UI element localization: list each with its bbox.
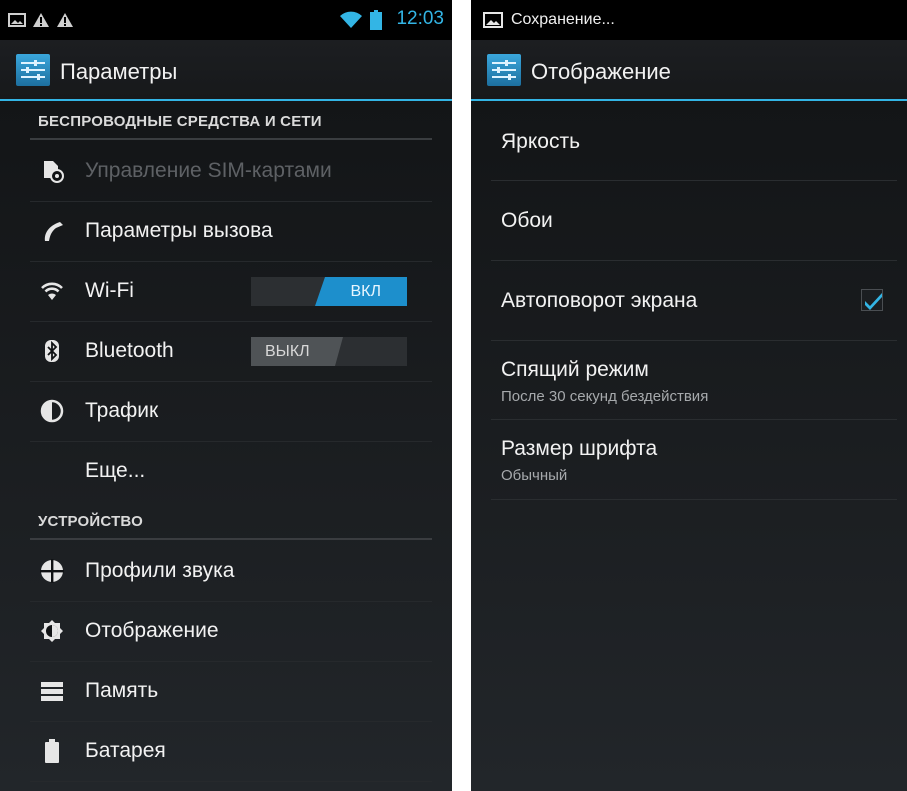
- storage-label: Память: [85, 679, 159, 702]
- bluetooth-toggle[interactable]: ВЫКЛ: [251, 337, 407, 366]
- call-label: Параметры вызова: [85, 219, 273, 242]
- settings-item-bluetooth[interactable]: Bluetooth ВЫКЛ: [30, 321, 432, 381]
- battery-icon: [370, 10, 382, 30]
- settings-item-battery[interactable]: Батарея: [30, 721, 432, 781]
- display-icon: [41, 620, 63, 642]
- picture-icon: [8, 13, 26, 27]
- sim-icon: [44, 161, 64, 183]
- data-usage-icon: [40, 399, 64, 423]
- data-usage-label: Трафик: [85, 399, 159, 422]
- picture-icon: [483, 12, 503, 28]
- settings-item-wifi[interactable]: Wi-Fi ВКЛ: [30, 261, 432, 321]
- settings-item-brightness[interactable]: Яркость: [491, 101, 897, 180]
- status-bar: 12:03: [0, 0, 452, 40]
- divider: [30, 781, 432, 782]
- clock: 12:03: [396, 8, 444, 29]
- settings-item-call[interactable]: Параметры вызова: [30, 201, 432, 261]
- section-divider: [30, 538, 432, 540]
- sleep-summary: После 30 секунд бездействия: [501, 388, 709, 405]
- checkmark-icon: [865, 293, 882, 310]
- font-size-summary: Обычный: [501, 467, 568, 484]
- section-header-wireless: БЕСПРОВОДНЫЕ СРЕДСТВА И СЕТИ: [38, 113, 322, 130]
- more-label: Еще...: [85, 459, 146, 482]
- settings-item-sound-profiles[interactable]: Профили звука: [30, 541, 432, 601]
- sim-label: Управление SIM-картами: [85, 159, 332, 182]
- settings-item-data-usage[interactable]: Трафик: [30, 381, 432, 441]
- settings-item-wallpaper[interactable]: Обои: [491, 180, 897, 260]
- display-label: Отображение: [85, 619, 219, 642]
- wallpaper-label: Обои: [501, 209, 553, 232]
- page-title: Параметры: [60, 59, 178, 84]
- bluetooth-toggle-state: ВЫКЛ: [265, 343, 310, 360]
- brightness-label: Яркость: [501, 130, 581, 153]
- bluetooth-label: Bluetooth: [85, 339, 174, 362]
- status-bar: Сохранение...: [471, 0, 907, 40]
- font-size-label: Размер шрифта: [501, 437, 658, 460]
- wifi-icon: [340, 11, 362, 28]
- settings-item-storage[interactable]: Память: [30, 661, 432, 721]
- auto-rotate-label: Автоповорот экрана: [501, 289, 698, 312]
- page-title: Отображение: [531, 59, 671, 84]
- section-divider: [30, 138, 432, 140]
- status-notification: Сохранение...: [511, 11, 615, 28]
- settings-item-sim[interactable]: Управление SIM-картами: [30, 141, 432, 201]
- battery-label: Батарея: [85, 739, 166, 762]
- phone-icon: [44, 222, 63, 241]
- section-header-device: УСТРОЙСТВО: [38, 513, 143, 530]
- sound-profiles-label: Профили звука: [85, 559, 235, 582]
- wifi-icon: [41, 282, 63, 300]
- settings-item-font-size[interactable]: Размер шрифта Обычный: [491, 419, 897, 499]
- auto-rotate-checkbox[interactable]: [861, 289, 883, 311]
- warning-icon: [57, 13, 73, 27]
- battery-icon: [45, 739, 59, 763]
- settings-item-display[interactable]: Отображение: [30, 601, 432, 661]
- settings-app-icon[interactable]: [487, 54, 521, 86]
- sound-profile-icon: [40, 559, 64, 583]
- warning-icon: [33, 13, 49, 27]
- action-bar: Параметры: [0, 40, 452, 101]
- action-bar: Отображение: [471, 40, 907, 101]
- settings-item-sleep[interactable]: Спящий режим После 30 секунд бездействия: [491, 340, 897, 419]
- settings-app-icon[interactable]: [16, 54, 50, 86]
- wifi-toggle-state: ВКЛ: [350, 283, 382, 300]
- display-settings-screen: Сохранение... Отображение Яркость Обои А…: [471, 0, 907, 791]
- wifi-label: Wi-Fi: [85, 279, 134, 302]
- wifi-toggle[interactable]: ВКЛ: [251, 277, 407, 306]
- bluetooth-icon: [45, 340, 59, 362]
- settings-item-more[interactable]: Еще...: [30, 441, 432, 501]
- divider: [491, 499, 897, 500]
- screenshot-separator: [452, 0, 471, 791]
- settings-screen: 12:03 Параметры БЕСПРОВОДНЫЕ СРЕДСТВА И …: [0, 0, 452, 791]
- settings-item-auto-rotate[interactable]: Автоповорот экрана: [491, 260, 897, 340]
- storage-icon: [41, 682, 63, 701]
- sleep-label: Спящий режим: [501, 358, 649, 381]
